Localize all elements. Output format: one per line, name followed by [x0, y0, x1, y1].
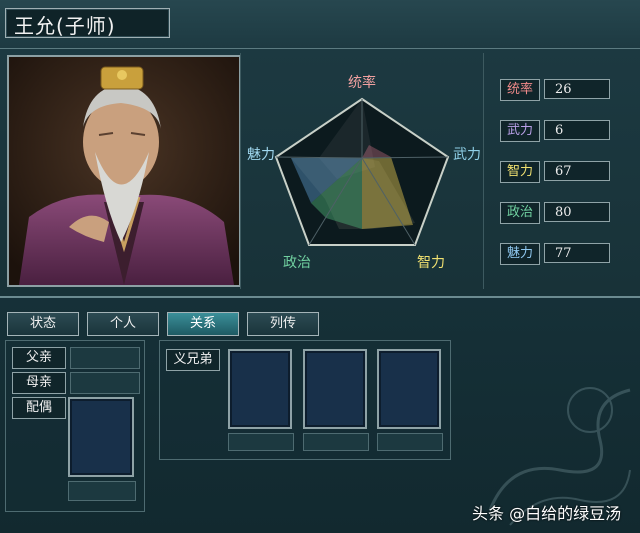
stat-label: 政治 [500, 202, 540, 224]
ability-radar-chart: 统率 武力 智力 政治 魅力 [240, 53, 484, 289]
tab-status[interactable]: 状态 [7, 312, 79, 336]
radar-label-top: 统率 [348, 74, 376, 91]
radar-svg: 统率 武力 智力 政治 魅力 [247, 74, 481, 271]
stat-label: 智力 [500, 161, 540, 183]
character-name-box: 王允(子师) [5, 8, 170, 38]
stat-value: 77 [544, 243, 610, 263]
family-panel: 父亲 母亲 配偶 [5, 340, 145, 512]
radar-label-bottom-right: 智力 [417, 255, 445, 271]
character-portrait [7, 55, 241, 287]
spouse-name-field [68, 481, 136, 501]
sworn-siblings-panel: 义兄弟 [159, 340, 451, 460]
stats-panel: 统率 26 武力 6 智力 67 政治 80 魅力 77 [488, 49, 638, 289]
stat-value: 80 [544, 202, 610, 222]
stat-label: 统率 [500, 79, 540, 101]
tab-relations[interactable]: 关系 [167, 312, 239, 336]
sworn-sibling-slot-1[interactable] [228, 349, 292, 429]
stat-label: 武力 [500, 120, 540, 142]
stat-value: 26 [544, 79, 610, 99]
tab-biography[interactable]: 列传 [247, 312, 319, 336]
character-overview: 统率 武力 智力 政治 魅力 统率 26 武力 6 智力 67 政治 80 魅力… [0, 48, 640, 298]
radar-label-left: 魅力 [247, 147, 275, 163]
sworn-sibling-name-3 [377, 433, 443, 451]
watermark-text: 头条 @白给的绿豆汤 [472, 504, 622, 523]
title-bar: 王允(子师) [0, 0, 640, 48]
character-name: 王允(子师) [14, 14, 116, 38]
spouse-label: 配偶 [12, 397, 66, 419]
sworn-sibling-name-2 [303, 433, 369, 451]
sworn-sibling-slot-3[interactable] [377, 349, 441, 429]
stat-value: 67 [544, 161, 610, 181]
stat-label: 魅力 [500, 243, 540, 265]
father-field[interactable] [70, 347, 140, 369]
radar-label-bottom-left: 政治 [283, 255, 311, 271]
spouse-portrait-slot[interactable] [68, 397, 134, 477]
stat-value: 6 [544, 120, 610, 140]
tab-personal[interactable]: 个人 [87, 312, 159, 336]
sworn-sibling-slot-2[interactable] [303, 349, 367, 429]
radar-label-right: 武力 [453, 147, 481, 163]
mother-field[interactable] [70, 372, 140, 394]
sworn-siblings-label: 义兄弟 [166, 349, 220, 371]
portrait-image [9, 57, 239, 285]
sworn-sibling-name-1 [228, 433, 294, 451]
mother-label: 母亲 [12, 372, 66, 394]
father-label: 父亲 [12, 347, 66, 369]
